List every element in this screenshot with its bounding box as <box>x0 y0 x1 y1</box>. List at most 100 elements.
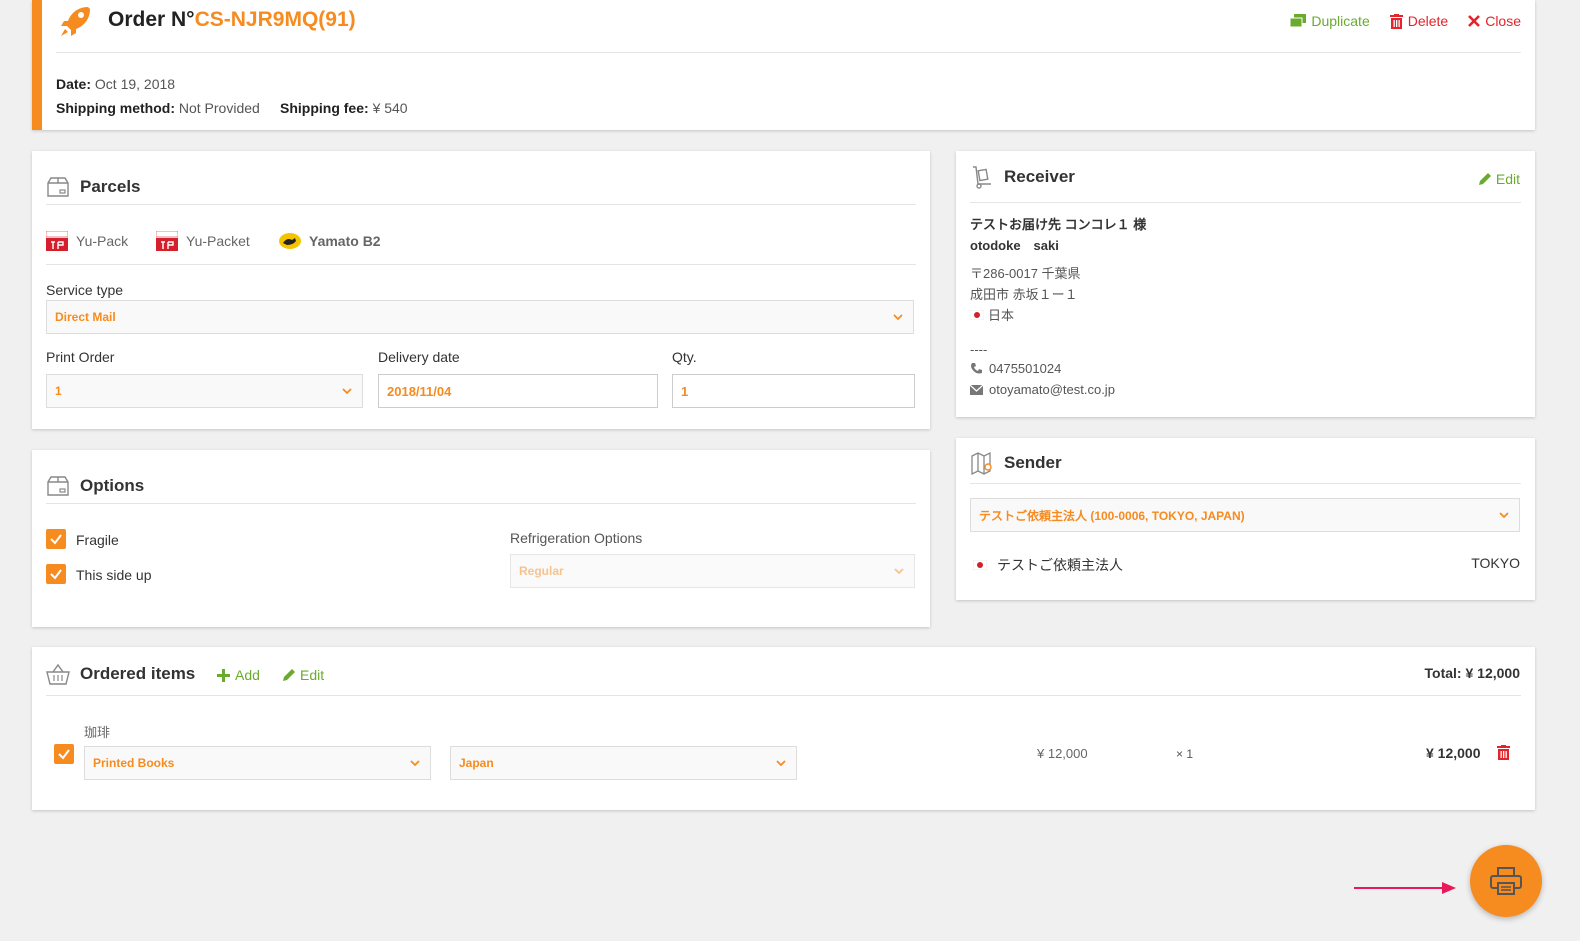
basket-icon <box>46 663 70 685</box>
japan-flag-icon <box>973 560 987 570</box>
receiver-country-text: 日本 <box>988 308 1015 323</box>
sender-city: TOKYO <box>1471 555 1520 571</box>
parcels-divider <box>46 204 916 205</box>
receiver-edit-label: Edit <box>1495 171 1520 187</box>
delete-button[interactable]: Delete <box>1389 13 1449 29</box>
print-button[interactable] <box>1470 845 1542 917</box>
receiver-name-jp: テストお届け先 コンコレ１ 様 <box>970 217 1147 232</box>
item-checkbox[interactable] <box>54 744 74 764</box>
item-origin-value: Japan <box>459 756 494 770</box>
chevron-down-icon <box>893 314 903 321</box>
box-icon <box>47 177 69 197</box>
close-icon <box>1468 15 1481 27</box>
qty-input[interactable]: 1 <box>672 374 915 408</box>
yu-packet-logo-icon <box>156 231 178 251</box>
receiver-phone: 0475501024 <box>970 361 1061 376</box>
options-divider <box>46 503 916 504</box>
map-pin-icon <box>971 451 992 475</box>
sender-title: Sender <box>970 451 1062 475</box>
sender-summary: テストご依頼主法人 <box>973 555 1123 575</box>
chevron-down-icon <box>1499 512 1509 519</box>
service-type-select[interactable]: Direct Mail <box>46 300 914 334</box>
delete-label: Delete <box>1407 13 1449 29</box>
duplicate-button[interactable]: Duplicate <box>1290 13 1370 29</box>
carrier-yu-packet[interactable]: Yu-Packet <box>156 231 250 251</box>
items-divider <box>46 695 1521 696</box>
item-subtotal: ¥ 12,000 <box>1426 745 1481 761</box>
receiver-dashes: ---- <box>970 342 988 357</box>
shipping-fee-value: ¥ 540 <box>372 100 408 116</box>
delete-item-trash-icon[interactable] <box>1497 745 1510 760</box>
edit-items-button[interactable]: Edit <box>282 667 324 683</box>
receiver-country: 日本 <box>970 305 1014 324</box>
check-icon <box>58 749 70 760</box>
pencil-icon <box>283 669 295 681</box>
add-item-button[interactable]: Add <box>217 667 260 683</box>
options-card: Options Fragile This side up Refrigerati… <box>32 450 930 627</box>
fragile-checkbox[interactable] <box>46 529 66 549</box>
refrigeration-value: Regular <box>519 564 564 578</box>
hand-truck-icon <box>973 166 991 189</box>
side-up-checkbox[interactable] <box>46 564 66 584</box>
carrier-label: Yamato B2 <box>309 233 381 249</box>
receiver-edit-button[interactable]: Edit <box>1478 171 1520 187</box>
copy-icon <box>1290 14 1307 28</box>
service-type-value: Direct Mail <box>55 310 116 324</box>
check-icon <box>50 569 62 580</box>
item-category-value: Printed Books <box>93 756 175 770</box>
add-item-label: Add <box>235 667 260 683</box>
carrier-yamato-b2[interactable]: Yamato B2 <box>279 231 381 251</box>
header-actions: Duplicate Delete Close <box>1290 13 1521 29</box>
carrier-divider <box>46 264 916 265</box>
item-name: 珈琲 <box>84 725 111 740</box>
shipping-method: Shipping method: Not Provided <box>56 100 260 116</box>
order-number: CS-NJR9MQ(91) <box>194 8 356 31</box>
receiver-divider <box>970 202 1521 203</box>
date-value: Oct 19, 2018 <box>94 76 176 92</box>
ordered-items-title: Ordered items <box>46 662 195 686</box>
receiver-phone-text: 0475501024 <box>989 361 1062 376</box>
receiver-email: otoyamato@test.co.jp <box>970 382 1115 397</box>
receiver-address-line2: 成田市 赤坂１ー１ <box>970 287 1078 302</box>
refrigeration-label: Refrigeration Options <box>510 530 643 546</box>
close-label: Close <box>1485 13 1521 29</box>
sender-title-text: Sender <box>1004 453 1062 472</box>
carrier-label: Yu-Pack <box>76 233 129 249</box>
yamato-cat-logo-icon <box>279 233 301 249</box>
print-order-value: 1 <box>55 384 62 398</box>
fragile-label: Fragile <box>76 532 119 548</box>
shipping-fee-label: Shipping fee: <box>280 100 369 116</box>
annotation-arrow <box>1354 882 1456 894</box>
side-up-label: This side up <box>76 567 152 583</box>
refrigeration-select[interactable]: Regular <box>510 554 915 588</box>
ordered-items-title-text: Ordered items <box>80 664 196 683</box>
print-order-select[interactable]: 1 <box>46 374 363 408</box>
close-button[interactable]: Close <box>1468 13 1521 29</box>
sender-select[interactable]: テストご依頼主法人 (100-0006, TOKYO, JAPAN) <box>970 498 1520 532</box>
check-icon <box>50 534 62 545</box>
chevron-down-icon <box>776 760 786 767</box>
service-type-label: Service type <box>46 282 124 298</box>
page-title: Order N°CS-NJR9MQ(91) <box>108 8 356 32</box>
receiver-address-line1: 〒286-0017 千葉県 <box>970 266 1081 281</box>
sender-selected-value: テストご依頼主法人 (100-0006, TOKYO, JAPAN) <box>979 508 1245 523</box>
receiver-email-text: otoyamato@test.co.jp <box>989 382 1115 397</box>
parcels-card: Parcels Yu-Pack Yu-Packet Yamato B2 Serv… <box>32 151 930 429</box>
items-total: Total: ¥ 12,000 <box>1425 665 1520 681</box>
order-title-prefix: Order N° <box>108 8 195 31</box>
rocket-icon <box>61 7 90 36</box>
item-origin-select[interactable]: Japan <box>450 746 797 780</box>
chevron-down-icon <box>410 760 420 767</box>
printer-icon <box>1490 867 1522 895</box>
delivery-date-input[interactable]: 2018/11/04 <box>378 374 658 408</box>
total-label: Total: <box>1424 665 1462 681</box>
order-date: Date: Oct 19, 2018 <box>56 76 175 92</box>
japan-flag-icon <box>970 309 984 320</box>
carrier-yu-pack[interactable]: Yu-Pack <box>46 231 128 251</box>
ordered-items-card: Ordered items Add Edit Total: ¥ 12,000 珈… <box>32 647 1535 810</box>
item-qty: × 1 <box>1176 747 1194 761</box>
phone-icon <box>971 363 982 374</box>
item-category-select[interactable]: Printed Books <box>84 746 431 780</box>
item-unit-price: ¥ 12,000 <box>1037 746 1088 761</box>
envelope-icon <box>970 384 983 395</box>
